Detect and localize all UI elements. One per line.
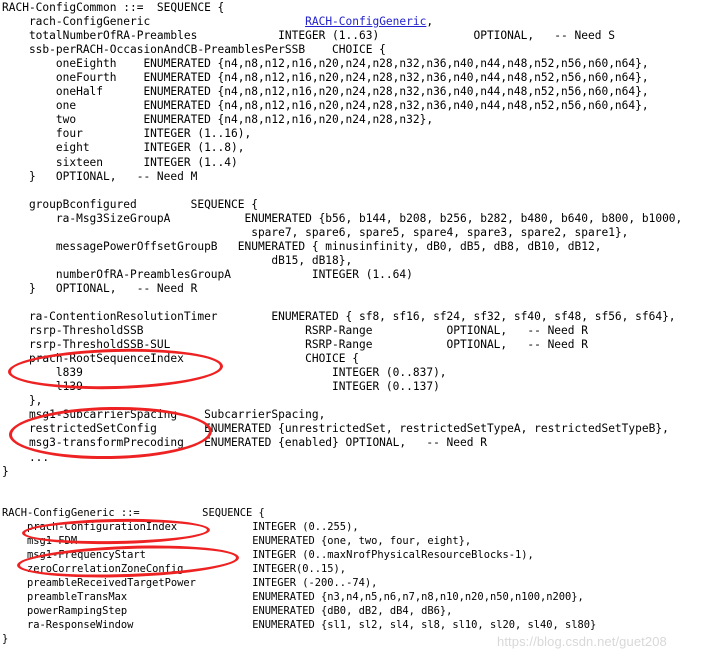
code-line: rach-ConfigGeneric RACH-ConfigGeneric,: [2, 15, 434, 29]
code-line: msg1-FrequencyStart INTEGER (0..maxNrofP…: [2, 549, 534, 562]
rach-config-common-code-block: RACH-ConfigCommon ::= SEQUENCE { rach-Co…: [2, 1, 682, 479]
code-line: zeroCorrelationZoneConfig INTEGER(0..15)…: [2, 563, 347, 576]
code-line: }: [2, 464, 9, 478]
code-line: prach-RootSequenceIndex CHOICE {: [2, 352, 359, 366]
code-line: } OPTIONAL, -- Need R: [2, 281, 198, 295]
code-line: rsrp-ThresholdSSB-SUL RSRP-Range OPTIONA…: [2, 338, 588, 352]
code-line: ra-ContentionResolutionTimer ENUMERATED …: [2, 310, 676, 324]
code-line: powerRampingStep ENUMERATED {dB0, dB2, d…: [2, 605, 453, 618]
code-line: oneEighth ENUMERATED {n4,n8,n12,n16,n20,…: [2, 57, 649, 71]
code-line: oneHalf ENUMERATED {n4,n8,n12,n16,n20,n2…: [2, 85, 649, 99]
code-line: eight INTEGER (1..8),: [2, 141, 245, 155]
code-line: prach-ConfigurationIndex INTEGER (0..255…: [2, 521, 359, 534]
code-line: four INTEGER (1..16),: [2, 127, 252, 141]
rach-config-generic-link[interactable]: RACH-ConfigGeneric: [305, 15, 426, 28]
code-line: msg1-FDM ENUMERATED {one, two, four, eig…: [2, 535, 472, 548]
code-line: msg1-SubcarrierSpacing SubcarrierSpacing…: [2, 408, 326, 422]
code-line: preambleReceivedTargetPower INTEGER (-20…: [2, 577, 378, 590]
code-line: ssb-perRACH-OccasionAndCB-PreamblesPerSS…: [2, 43, 386, 57]
code-line: preambleTransMax ENUMERATED {n3,n4,n5,n6…: [2, 591, 584, 604]
rach-config-generic-code-block: RACH-ConfigGeneric ::= SEQUENCE { prach-…: [2, 506, 596, 646]
code-line: numberOfRA-PreamblesGroupA INTEGER (1..6…: [2, 267, 413, 281]
asn1-document-page: RACH-ConfigCommon ::= SEQUENCE { rach-Co…: [0, 0, 718, 658]
code-line: groupBconfigured SEQUENCE {: [2, 197, 258, 211]
code-line: two ENUMERATED {n4,n8,n12,n16,n20,n24,n2…: [2, 113, 434, 127]
code-line: rsrp-ThresholdSSB RSRP-Range OPTIONAL, -…: [2, 324, 588, 338]
code-line: messagePowerOffsetGroupB ENUMERATED { mi…: [2, 239, 602, 253]
code-line: one ENUMERATED {n4,n8,n12,n16,n20,n24,n2…: [2, 99, 649, 113]
code-line: RACH-ConfigCommon ::= SEQUENCE {: [2, 1, 225, 14]
code-line: l139 INTEGER (0..137): [2, 380, 440, 394]
code-line: },: [2, 394, 43, 408]
code-line: dB15, dB18},: [2, 253, 353, 267]
code-line: msg3-transformPrecoding ENUMERATED {enab…: [2, 436, 487, 450]
code-line: totalNumberOfRA-Preambles INTEGER (1..63…: [2, 29, 615, 43]
code-line: spare7, spare6, spare5, spare4, spare3, …: [2, 225, 629, 239]
code-line: ra-ResponseWindow ENUMERATED {sl1, sl2, …: [2, 619, 597, 632]
code-line: ra-Msg3SizeGroupA ENUMERATED {b56, b144,…: [2, 211, 683, 225]
code-line: } OPTIONAL, -- Need M: [2, 169, 198, 183]
code-line: l839 INTEGER (0..837),: [2, 366, 447, 380]
code-line: sixteen INTEGER (1..4): [2, 155, 238, 169]
watermark-text: https://blog.csdn.net/guet208: [497, 634, 667, 649]
code-line: restrictedSetConfig ENUMERATED {unrestri…: [2, 422, 669, 436]
code-line: ...: [2, 450, 50, 464]
code-line: oneFourth ENUMERATED {n4,n8,n12,n16,n20,…: [2, 71, 649, 85]
code-line: RACH-ConfigGeneric ::= SEQUENCE {: [2, 507, 265, 519]
